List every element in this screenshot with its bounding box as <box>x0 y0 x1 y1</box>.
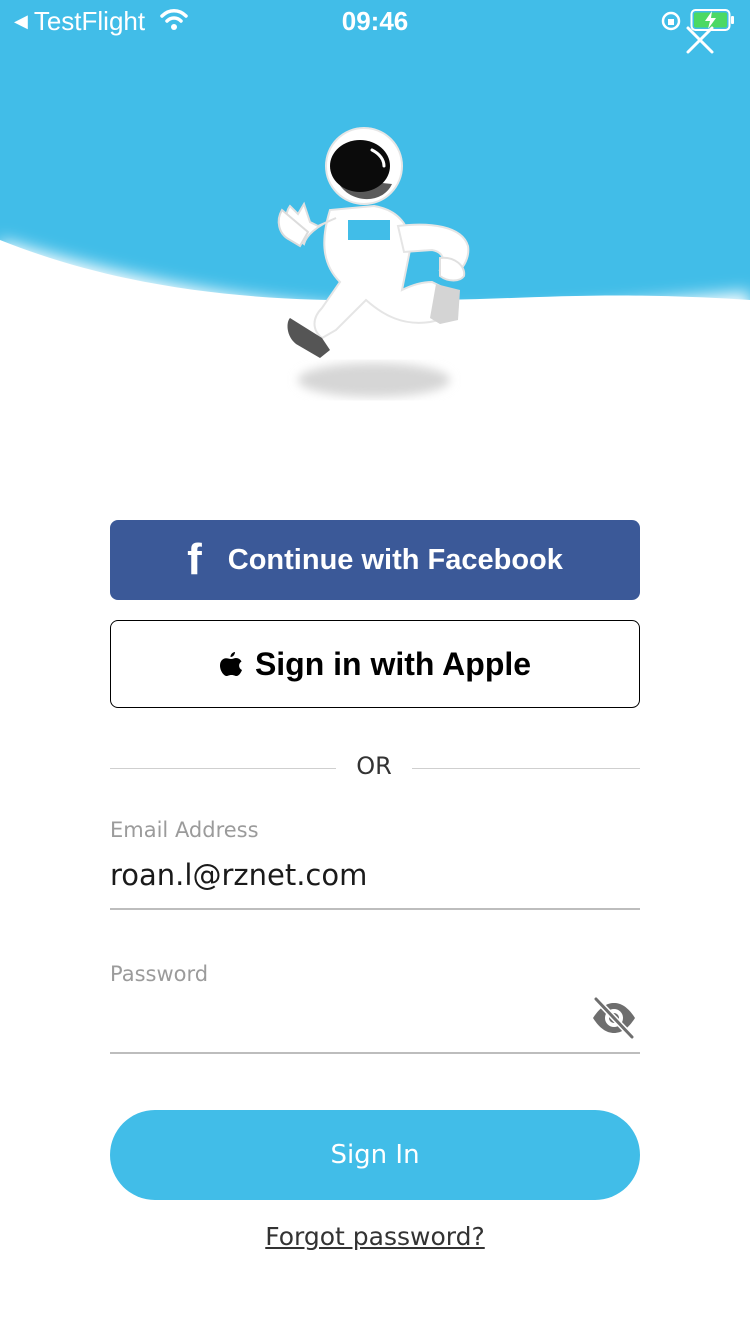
orientation-lock-icon <box>660 10 682 37</box>
facebook-button-label: Continue with Facebook <box>227 543 563 576</box>
email-field[interactable]: roan.l@rznet.com <box>110 858 640 892</box>
or-divider: OR <box>110 752 640 784</box>
status-time: 09:46 <box>341 6 409 36</box>
sign-in-button[interactable]: Sign In <box>110 1110 640 1200</box>
close-icon <box>686 26 714 54</box>
email-underline <box>110 908 640 910</box>
hero-illustration <box>0 0 750 460</box>
sign-in-with-apple-button[interactable]: Sign in with Apple <box>110 620 640 708</box>
password-underline <box>110 1052 640 1054</box>
continue-with-facebook-button[interactable]: f Continue with Facebook <box>110 520 640 600</box>
or-text: OR <box>356 752 392 780</box>
status-bar: ◀ TestFlight 09:46 <box>0 0 750 54</box>
facebook-logo-icon: f <box>187 535 202 584</box>
email-field-label: Email Address <box>110 818 259 842</box>
apple-button-label: Sign in with Apple <box>254 645 532 682</box>
password-field-label: Password <box>110 962 209 986</box>
astronaut-shadow <box>298 363 450 397</box>
forgot-password-link[interactable]: Forgot password? <box>0 1222 750 1251</box>
eye-slash-icon <box>593 996 635 1040</box>
apple-logo-icon <box>219 650 243 678</box>
password-field[interactable] <box>110 996 580 1046</box>
close-button[interactable] <box>682 22 718 58</box>
password-visibility-toggle[interactable] <box>590 996 638 1040</box>
divider-line-right <box>412 768 640 769</box>
